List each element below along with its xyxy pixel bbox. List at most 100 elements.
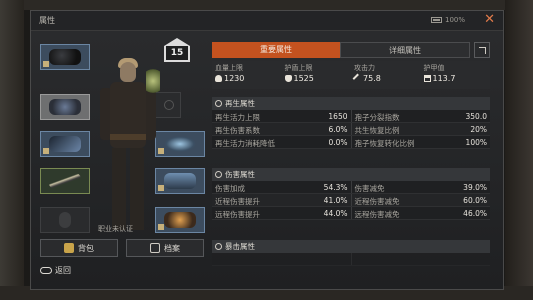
gear-slot-icon bbox=[164, 100, 174, 110]
stat-key: 近程伤害提升 bbox=[215, 197, 260, 206]
armor-icon bbox=[49, 136, 81, 152]
stat-value: 46.0% bbox=[463, 209, 487, 218]
section-damage: 伤害属性 伤害加成 54.3% 伤害减免 39.0% 近程伤害提升 41.0% 近程伤… bbox=[212, 168, 490, 220]
gadget-icon bbox=[164, 212, 196, 228]
character-head bbox=[120, 62, 136, 82]
battery-status: 100% bbox=[430, 16, 465, 24]
battery-icon bbox=[430, 17, 442, 23]
backpack-label: 背包 bbox=[78, 243, 94, 253]
equip-slot-boots[interactable] bbox=[155, 168, 205, 194]
stat-value: 60.0% bbox=[463, 196, 487, 205]
stat-value: 100% bbox=[465, 138, 487, 147]
equip-slot-armor[interactable] bbox=[40, 131, 90, 157]
stat-value: 6.0% bbox=[328, 125, 348, 134]
stat-cell: 孢子恢复转化比例 100% bbox=[352, 136, 491, 148]
stat-value: 350.0 bbox=[465, 112, 487, 121]
back-arrow-icon bbox=[40, 267, 52, 274]
stat-value: 41.0% bbox=[323, 196, 348, 205]
equip-slot-helmet[interactable] bbox=[40, 44, 90, 70]
back-label: 返回 bbox=[55, 266, 71, 275]
summary-value: 75.8 bbox=[363, 74, 381, 83]
stat-row: 再生活力消耗降低 0.0% 孢子恢复转化比例 100% bbox=[212, 136, 490, 149]
heart-icon bbox=[215, 75, 222, 82]
archive-icon bbox=[150, 243, 160, 253]
equip-slot-empty[interactable] bbox=[40, 207, 90, 233]
equip-slot-gadget[interactable] bbox=[155, 207, 205, 233]
summary-shield: 护盾上限 1525 bbox=[282, 61, 352, 89]
stat-cell: 远程伤害提升 44.0% bbox=[212, 207, 351, 219]
summary-label: 护甲值 bbox=[423, 64, 445, 72]
stat-row: 再生伤害系数 6.0% 共生恢复比例 20% bbox=[212, 123, 490, 136]
stat-key: 再生伤害系数 bbox=[215, 126, 260, 135]
summary-value: 113.7 bbox=[432, 74, 456, 83]
regen-icon bbox=[215, 100, 222, 107]
stat-row: 再生活力上限 1650 孢子分裂指数 350.0 bbox=[212, 110, 490, 123]
level-value: 15 bbox=[164, 46, 190, 62]
summary-value: 1230 bbox=[224, 74, 245, 83]
equip-slot-bracelet[interactable] bbox=[155, 131, 205, 157]
stat-value: 0.0% bbox=[328, 138, 348, 147]
stat-value: 44.0% bbox=[323, 209, 348, 218]
section-title: 暴击属性 bbox=[225, 242, 255, 251]
bracelet-icon bbox=[164, 136, 196, 152]
stat-cell: 伤害减免 39.0% bbox=[352, 181, 491, 193]
shield-icon bbox=[284, 75, 292, 82]
summary-label: 护盾上限 bbox=[284, 64, 313, 72]
stat-key: 孢子恢复转化比例 bbox=[354, 139, 415, 148]
archive-label: 档案 bbox=[164, 243, 180, 253]
stat-cell: 近程伤害提升 41.0% bbox=[212, 194, 351, 206]
lock-icon bbox=[59, 212, 71, 228]
close-button[interactable]: ✕ bbox=[484, 13, 495, 26]
stat-key: 共生恢复比例 bbox=[354, 126, 400, 135]
blade-icon bbox=[49, 173, 81, 189]
stat-key: 孢子分裂指数 bbox=[354, 113, 400, 122]
summary-label: 血量上限 bbox=[215, 64, 243, 72]
stat-cell: 再生活力上限 1650 bbox=[212, 110, 351, 122]
stat-value: 20% bbox=[470, 125, 487, 134]
summary-value: 1525 bbox=[293, 74, 314, 83]
armor-icon bbox=[423, 75, 431, 82]
section-header: 再生属性 bbox=[212, 97, 490, 110]
tab-detailed-attributes[interactable]: 详细属性 bbox=[340, 42, 470, 58]
stat-key: 再生活力上限 bbox=[215, 113, 260, 122]
equip-slot-mask[interactable] bbox=[40, 94, 90, 120]
stat-value: 54.3% bbox=[323, 183, 348, 192]
damage-icon bbox=[215, 171, 222, 178]
summary-attack: 攻击力 75.8 bbox=[351, 61, 421, 89]
backdrop-left bbox=[0, 0, 24, 300]
title-bar: 属性 100% ✕ bbox=[31, 11, 503, 31]
summary-label: 攻击力 bbox=[354, 64, 375, 72]
section-title: 伤害属性 bbox=[225, 170, 255, 179]
stat-key: 伤害加成 bbox=[215, 184, 245, 193]
stat-key: 再生活力消耗降低 bbox=[215, 139, 275, 148]
summary-value-row: 1230 bbox=[215, 74, 279, 83]
stat-key: 伤害减免 bbox=[354, 184, 385, 193]
stat-row: 近程伤害提升 41.0% 近程伤害减免 60.0% bbox=[212, 194, 490, 207]
mask-icon bbox=[49, 49, 81, 65]
rarity-marker bbox=[43, 61, 49, 67]
level-badge: 15 bbox=[164, 38, 190, 70]
stat-row: 伤害加成 54.3% 伤害减免 39.0% bbox=[212, 181, 490, 194]
stat-row-partial bbox=[212, 253, 490, 266]
stat-cell: 共生恢复比例 20% bbox=[352, 123, 491, 135]
boots-icon bbox=[164, 173, 196, 189]
share-button[interactable] bbox=[474, 42, 490, 58]
section-crit: 暴击属性 bbox=[212, 240, 490, 266]
backpack-icon bbox=[64, 243, 74, 253]
tab-important-attributes[interactable]: 重要属性 bbox=[212, 42, 340, 58]
stat-key: 远程伤害提升 bbox=[215, 210, 260, 219]
back-button[interactable]: 返回 bbox=[40, 265, 71, 276]
backpack-button[interactable]: 背包 bbox=[40, 239, 118, 257]
crit-icon bbox=[215, 243, 222, 250]
equip-slot-weapon[interactable] bbox=[40, 168, 90, 194]
character-leg-left bbox=[112, 148, 126, 230]
archive-button[interactable]: 档案 bbox=[126, 239, 204, 257]
stat-key: 远程伤害减免 bbox=[354, 210, 400, 219]
window-title: 属性 bbox=[39, 16, 55, 25]
job-status: 职业未认证 bbox=[98, 225, 133, 233]
backdrop-top bbox=[0, 0, 533, 10]
summary-value-row: 1525 bbox=[284, 74, 349, 83]
section-title: 再生属性 bbox=[225, 99, 255, 108]
stat-value: 1650 bbox=[328, 112, 348, 121]
section-header: 暴击属性 bbox=[212, 240, 490, 253]
